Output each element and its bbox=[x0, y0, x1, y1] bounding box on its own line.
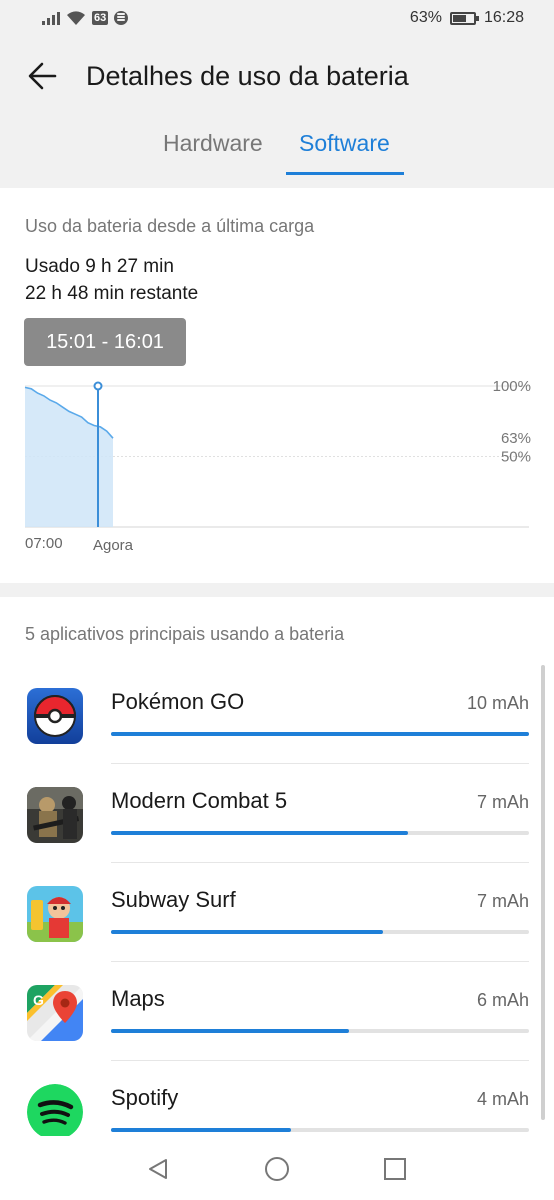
active-tab-indicator bbox=[286, 172, 404, 175]
wifi-icon bbox=[67, 11, 85, 25]
status-icons-left: 63 bbox=[42, 10, 129, 26]
y-tick-label: 63% bbox=[501, 430, 531, 447]
app-name: Spotify bbox=[111, 1085, 179, 1110]
x-tick-label: 07:00 bbox=[25, 535, 63, 552]
x-tick-label: Agora bbox=[93, 537, 134, 554]
usage-bar bbox=[111, 930, 529, 934]
back-button[interactable] bbox=[20, 58, 64, 94]
app-name: Pokémon GO bbox=[111, 689, 245, 714]
used-time: Usado 9 h 27 min bbox=[25, 256, 174, 277]
usage-bar-fill bbox=[111, 1128, 291, 1132]
app-name: Subway Surf bbox=[111, 887, 236, 912]
usage-bar-fill bbox=[111, 1029, 350, 1033]
nav-back-button[interactable] bbox=[143, 1154, 173, 1184]
battery-percent: 63% bbox=[409, 9, 442, 26]
spotify-notification-icon bbox=[114, 11, 129, 25]
app-usage: 6 mAh bbox=[476, 990, 529, 1010]
usage-bar bbox=[111, 831, 529, 835]
spotify-icon bbox=[27, 1084, 83, 1140]
usage-bar-fill bbox=[111, 831, 408, 835]
top-apps-card: 5 aplicativos principais usando a bateri… bbox=[0, 597, 554, 1200]
nav-recents-button[interactable] bbox=[380, 1154, 410, 1184]
app-usage: 4 mAh bbox=[476, 1089, 529, 1109]
usage-bar bbox=[111, 732, 529, 736]
modern-combat-icon bbox=[27, 787, 83, 843]
top-apps-title: 5 aplicativos principais usando a bateri… bbox=[25, 624, 345, 644]
battery-usage-card: Uso da bateria desde a última carga Usad… bbox=[0, 188, 554, 583]
app-header: Detalhes de uso da bateria Hardware Soft… bbox=[0, 40, 554, 188]
usage-bar bbox=[111, 1128, 529, 1132]
usage-bar bbox=[111, 1029, 529, 1033]
remaining-time: 22 h 48 min restante bbox=[25, 283, 199, 304]
pokemon-go-icon bbox=[27, 688, 83, 744]
status-icons-right: 63% 16:28 bbox=[410, 9, 524, 27]
navigation-bar bbox=[0, 1136, 554, 1200]
battery-area bbox=[25, 387, 113, 527]
svg-text:G: G bbox=[33, 992, 44, 1008]
nav-home-button[interactable] bbox=[262, 1154, 292, 1184]
tab-software[interactable]: Software bbox=[299, 130, 390, 157]
app-row-subway-surf[interactable]: Subway Surf 7 mAh bbox=[0, 863, 554, 962]
selected-time-range: 15:01 - 16:01 bbox=[24, 318, 186, 366]
network-badge-icon: 63 bbox=[92, 11, 109, 25]
page-title: Detalhes de uso da bateria bbox=[86, 61, 409, 91]
back-arrow-icon bbox=[28, 62, 57, 90]
usage-bar-fill bbox=[111, 732, 529, 736]
y-tick-label: 100% bbox=[493, 378, 531, 395]
app-name: Modern Combat 5 bbox=[111, 788, 288, 813]
app-usage: 7 mAh bbox=[476, 792, 529, 812]
home-circle-icon bbox=[265, 1157, 289, 1181]
app-row-maps[interactable]: G Maps 6 mAh bbox=[0, 962, 554, 1061]
battery-icon bbox=[449, 11, 479, 25]
tab-hardware[interactable]: Hardware bbox=[163, 130, 263, 157]
tab-bar: Hardware Software bbox=[0, 130, 554, 176]
clock: 16:28 bbox=[483, 9, 524, 26]
y-tick-label: 50% bbox=[501, 449, 531, 466]
back-triangle-icon bbox=[149, 1159, 167, 1179]
app-name: Maps bbox=[111, 986, 165, 1011]
battery-usage-subtitle: Uso da bateria desde a última carga bbox=[25, 216, 315, 236]
app-row-pokemon-go[interactable]: Pokémon GO 10 mAh bbox=[0, 665, 554, 764]
status-bar: 63 63% 16:28 bbox=[0, 0, 554, 40]
signal-icon bbox=[42, 11, 60, 25]
selection-marker-handle bbox=[93, 381, 103, 391]
recents-square-icon bbox=[384, 1158, 406, 1180]
maps-icon: G bbox=[27, 985, 83, 1041]
battery-chart[interactable]: 100% 63% 50% 07:00 Agora bbox=[0, 373, 554, 563]
app-usage: 7 mAh bbox=[476, 891, 529, 911]
subway-surf-icon bbox=[27, 886, 83, 942]
usage-bar-fill bbox=[111, 930, 383, 934]
app-row-modern-combat[interactable]: Modern Combat 5 7 mAh bbox=[0, 764, 554, 863]
app-usage: 10 mAh bbox=[466, 693, 529, 713]
